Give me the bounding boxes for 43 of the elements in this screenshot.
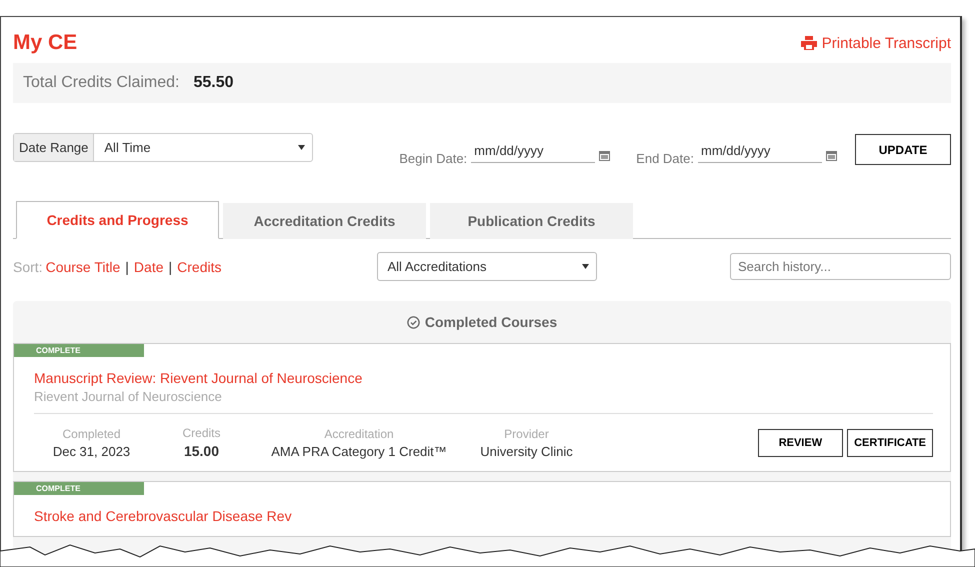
separator: |	[125, 258, 129, 274]
course-action-button[interactable]: REVIEW	[758, 428, 844, 456]
date-range-select[interactable]: Date Range All Time	[13, 133, 313, 162]
course-title-link[interactable]: Stroke and Cerebrovascular Disease Rev	[34, 508, 933, 524]
sort-link[interactable]: Credits	[177, 258, 222, 274]
page-title: My CE	[13, 31, 78, 55]
field-label: Credits	[182, 426, 220, 440]
update-button[interactable]: UPDATE	[855, 134, 951, 165]
printer-icon	[800, 36, 817, 50]
search-field[interactable]: Search history...	[730, 253, 951, 280]
field-label: Completed	[62, 426, 121, 440]
field-label: Accreditation	[324, 426, 394, 440]
tab[interactable]: Accreditation Credits	[223, 203, 426, 239]
course-action-button[interactable]: CERTIFICATE	[847, 428, 933, 456]
calendar-icon[interactable]	[599, 150, 610, 161]
tab[interactable]: Publication Credits	[430, 203, 633, 239]
status-badge: COMPLETE	[14, 482, 144, 495]
sort-link[interactable]: Course Title	[46, 258, 120, 274]
calendar-icon[interactable]	[826, 150, 837, 161]
course-journal: Rievent Journal of Neuroscience	[34, 389, 223, 404]
caret-icon	[298, 145, 305, 150]
sort-link[interactable]: Date	[134, 258, 164, 274]
status-badge: COMPLETE	[14, 344, 144, 357]
caret-icon	[582, 264, 588, 269]
field-value: AMA PRA Category 1 Credit™	[271, 444, 447, 458]
field-label: Provider	[504, 426, 549, 440]
end-date-field[interactable]: mm/dd/yyyy	[698, 142, 822, 162]
check-circle-icon	[406, 316, 420, 328]
sort-label: Sort:	[13, 258, 43, 274]
end-date-label: End Date:	[636, 151, 694, 166]
tab[interactable]: Credits and Progress	[16, 201, 219, 239]
course-title-link[interactable]: Manuscript Review: Rievent Journal of Neuroscience	[34, 370, 933, 386]
summary-label: Total Credits Claimed:	[23, 74, 180, 92]
field-value: 15.00	[184, 443, 220, 459]
section-title: Completed Courses	[424, 314, 558, 330]
summary-value: 55.50	[194, 74, 234, 92]
printable-transcript-link[interactable]: Printable Transcript	[800, 34, 951, 52]
begin-date-field[interactable]: mm/dd/yyyy	[471, 142, 596, 162]
accreditation-select[interactable]: All Accreditations	[376, 252, 596, 281]
field-value: Dec 31, 2023	[52, 444, 130, 458]
begin-date-label: Begin Date:	[399, 151, 468, 166]
field-value: University Clinic	[480, 444, 573, 458]
separator: |	[168, 258, 172, 274]
